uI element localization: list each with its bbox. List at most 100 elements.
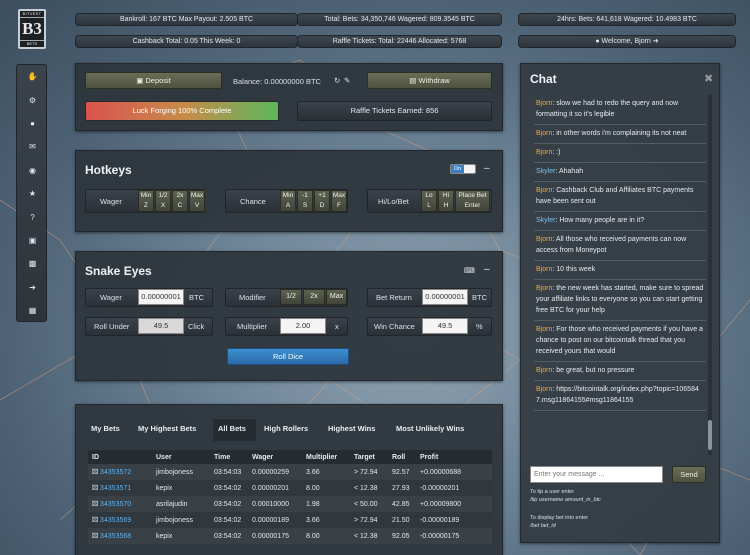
withdraw-button[interactable]: ▤ Withdraw	[367, 72, 492, 89]
chat-user[interactable]: Bjorn	[536, 266, 552, 273]
modifier-max-button[interactable]: Max	[326, 289, 347, 305]
hand-icon[interactable]: ✋	[17, 65, 48, 88]
chat-text: :)	[556, 149, 561, 156]
chat-user[interactable]: Bjorn	[536, 130, 552, 137]
chat-user[interactable]: Bjorn	[536, 285, 552, 292]
wager-input[interactable]: 0.00000001	[138, 289, 184, 305]
key-name: Max	[332, 192, 346, 199]
chat-input[interactable]	[530, 466, 663, 483]
key-letter: D	[319, 201, 325, 209]
withdraw-label: Withdraw	[418, 76, 450, 85]
tab-highest-wins[interactable]: Highest Wins	[328, 424, 375, 433]
bet-id-cell[interactable]: ⚄ 34353569	[88, 512, 152, 528]
cash-icon: ▤	[409, 76, 417, 85]
win-chance-input[interactable]: 49.5	[422, 318, 468, 334]
exit-icon[interactable]: ➜	[17, 276, 48, 299]
chat-user[interactable]: Bjorn	[536, 367, 552, 374]
bet-id-cell[interactable]: ⚄ 34353568	[88, 528, 152, 544]
hotkey-lo[interactable]: Lo L	[421, 190, 437, 212]
collapse-icon[interactable]: –	[484, 163, 490, 174]
image-icon[interactable]: ▩	[17, 252, 48, 275]
bet-id-link[interactable]: 34353572	[100, 469, 131, 476]
bet-id-cell[interactable]: ⚄ 34353572	[88, 464, 152, 480]
keyboard-icon[interactable]: ⌨	[464, 266, 475, 275]
roll-under-label: Roll Under	[94, 322, 130, 331]
bet-profit: -0.00000189	[416, 512, 492, 528]
chat-icon[interactable]: ✉	[17, 135, 48, 158]
key-name: Place Bet	[458, 192, 487, 199]
multiplier-input[interactable]: 2.00	[280, 318, 326, 334]
chat-text: 10 this week	[556, 266, 596, 273]
bet-multiplier: 1.98	[302, 496, 350, 512]
hotkey-wager-max[interactable]: Max V	[189, 190, 205, 212]
help-icon[interactable]: ?	[17, 205, 48, 228]
table-row[interactable]: ⚄ 34353572 jimbojoness 03:54:03 0.000002…	[88, 464, 492, 480]
chat-text: For those who received payments if you h…	[536, 326, 703, 355]
welcome-bar[interactable]: ● Welcome, Bjorn ➜	[518, 35, 736, 48]
modifier-double-button[interactable]: 2x	[303, 289, 325, 305]
user-icon[interactable]: ●	[17, 112, 48, 135]
chat-user[interactable]: Skyler	[536, 168, 555, 175]
wager-label: Wager	[100, 293, 122, 302]
send-button[interactable]: Send	[672, 466, 706, 483]
eye-icon[interactable]: ◉	[17, 159, 48, 182]
bet-profit: +0.00000688	[416, 464, 492, 480]
modifier-half-button[interactable]: 1/2	[280, 289, 302, 305]
chat-scroll-thumb[interactable]	[708, 420, 712, 450]
tab-my-highest-bets[interactable]: My Highest Bets	[138, 424, 196, 433]
table-row[interactable]: ⚄ 34353568 kepix 03:54:02 0.00000175 8.0…	[88, 528, 492, 544]
chat-scrollbar[interactable]	[708, 95, 712, 455]
key-letter: H	[443, 201, 449, 209]
table-row[interactable]: ⚄ 34353569 jimbojoness 03:54:02 0.000001…	[88, 512, 492, 528]
tab-my-bets[interactable]: My Bets	[91, 424, 120, 433]
hotkey-wager-double[interactable]: 2x C	[172, 190, 188, 212]
refresh-icon[interactable]: ↻	[334, 76, 340, 85]
card-icon[interactable]: ▣	[17, 229, 48, 252]
bet-profit: -0.00000201	[416, 480, 492, 496]
hotkey-chance-max[interactable]: Max F	[331, 190, 347, 212]
close-icon[interactable]: ✖	[704, 72, 713, 85]
hotkey-wager-half[interactable]: 1/2 X	[155, 190, 171, 212]
logout-icon[interactable]: ➜	[653, 38, 659, 45]
cog-icon[interactable]: ⚙	[17, 88, 48, 111]
bet-id-cell[interactable]: ⚄ 34353570	[88, 496, 152, 512]
table-row[interactable]: ⚄ 34353570 asrilajudin 03:54:02 0.000100…	[88, 496, 492, 512]
hotkey-wager-min[interactable]: Min Z	[138, 190, 154, 212]
roll-dice-button[interactable]: Roll Dice	[227, 348, 349, 365]
roll-under-value[interactable]: 49.5	[138, 318, 184, 334]
hotkeys-toggle[interactable]: On	[450, 164, 476, 174]
hotkey-chance-min[interactable]: Min A	[280, 190, 296, 212]
bet-id-link[interactable]: 34353569	[100, 517, 131, 524]
key-letter: X	[160, 201, 166, 209]
bet-id-cell[interactable]: ⚄ 34353571	[88, 480, 152, 496]
chat-user[interactable]: Bjorn	[536, 326, 552, 333]
tab-all-bets[interactable]: All Bets	[218, 424, 246, 433]
chat-user[interactable]: Bjorn	[536, 187, 552, 194]
chat-user[interactable]: Skyler	[536, 217, 555, 224]
wager-unit: BTC	[189, 293, 204, 302]
chat-user[interactable]: Bjorn	[536, 100, 552, 107]
hotkey-place-bet[interactable]: Place Bet Enter	[455, 190, 490, 212]
chat-user[interactable]: Bjorn	[536, 236, 552, 243]
cashback-stat: Cashback Total: 0.05 This Week: 0	[75, 35, 298, 48]
bet-id-link[interactable]: 34353568	[100, 533, 131, 540]
bet-id-link[interactable]: 34353571	[100, 485, 131, 492]
key-name: 2x	[176, 192, 184, 199]
tab-high-rollers[interactable]: High Rollers	[264, 424, 308, 433]
hotkey-hi[interactable]: Hi H	[438, 190, 454, 212]
key-name: Max	[190, 192, 204, 199]
bet-id-link[interactable]: 34353570	[100, 501, 131, 508]
building-icon[interactable]: ▦	[17, 299, 48, 322]
trophy-icon[interactable]: ★	[17, 182, 48, 205]
chat-user[interactable]: Bjorn	[536, 149, 552, 156]
edit-icon[interactable]: ✎	[344, 76, 350, 85]
table-row[interactable]: ⚄ 34353571 kepix 03:54:02 0.00000201 8.0…	[88, 480, 492, 496]
site-logo[interactable]: BITVEST B3 BETS	[18, 9, 46, 49]
hotkey-chance-plus[interactable]: +1 D	[314, 190, 330, 212]
chat-user[interactable]: Bjorn	[536, 386, 552, 393]
deposit-button[interactable]: ▣ Deposit	[85, 72, 222, 89]
key-letter: C	[177, 201, 183, 209]
hotkey-chance-minus[interactable]: -1 S	[297, 190, 313, 212]
collapse-icon[interactable]: –	[484, 264, 490, 275]
tab-most-unlikely-wins[interactable]: Most Unlikely Wins	[396, 424, 464, 433]
